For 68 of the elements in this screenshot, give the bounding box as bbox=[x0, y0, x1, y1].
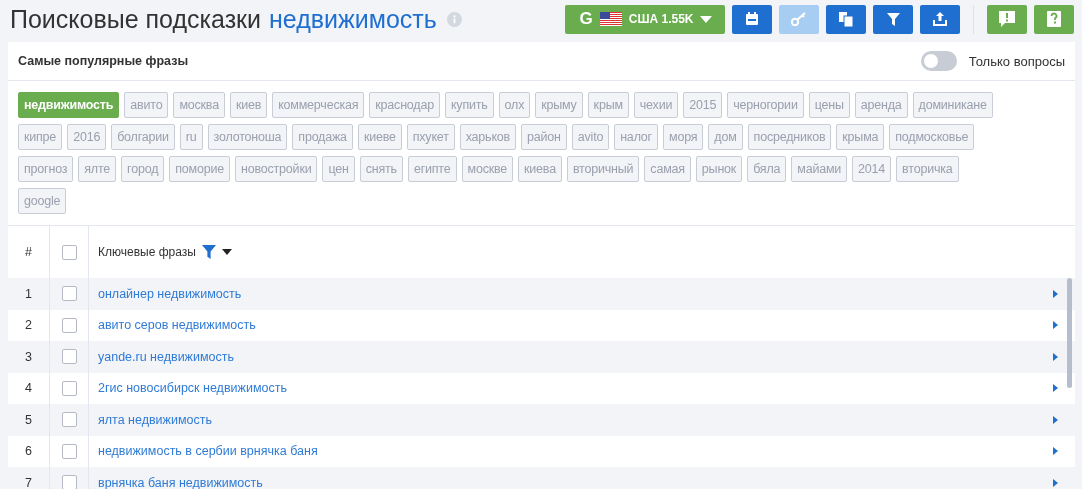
keyword-tag[interactable]: олх bbox=[498, 92, 531, 118]
keyword-tag[interactable]: район bbox=[521, 124, 567, 150]
phrase-link[interactable]: ялта недвижимость bbox=[98, 412, 212, 427]
keyword-tag[interactable]: москва bbox=[173, 92, 225, 118]
keyword-tag[interactable]: купить bbox=[444, 92, 494, 118]
keyword-tag[interactable]: чехии bbox=[633, 92, 679, 118]
keyword-tag[interactable]: google bbox=[18, 188, 67, 214]
toggle-label: Только вопросы bbox=[968, 53, 1065, 69]
keyword-tag[interactable]: бяла bbox=[747, 156, 787, 182]
keyword-tag[interactable]: моря bbox=[663, 124, 704, 150]
keyword-tag[interactable]: авито bbox=[124, 92, 169, 118]
keyword-tag[interactable]: вторичка bbox=[896, 156, 959, 182]
keyword-tag[interactable]: поморие bbox=[169, 156, 231, 182]
keyword-tag[interactable]: цен bbox=[322, 156, 355, 182]
keyword-tag[interactable]: доминикане bbox=[912, 92, 993, 118]
keyword-tag[interactable]: ru bbox=[179, 124, 203, 150]
phrase-link[interactable]: авито серов недвижимость bbox=[98, 318, 256, 333]
keyword-tag[interactable]: вторичный bbox=[566, 156, 640, 182]
keyword-tag[interactable]: город bbox=[121, 156, 165, 182]
keyword-tag[interactable]: цены bbox=[808, 92, 850, 118]
keyword-tag[interactable]: 2016 bbox=[67, 124, 107, 150]
keyword-tag[interactable]: киев bbox=[229, 92, 268, 118]
row-number: 7 bbox=[8, 467, 50, 489]
keyword-title: недвижимость bbox=[269, 4, 437, 34]
keyword-tag[interactable]: дом bbox=[708, 124, 743, 150]
keyword-tag[interactable]: москве bbox=[461, 156, 514, 182]
keyword-tag[interactable]: продажа bbox=[292, 124, 353, 150]
phrase-link[interactable]: недвижимость в сербии врнячка баня bbox=[98, 444, 318, 459]
keyword-tag[interactable]: болгарии bbox=[111, 124, 175, 150]
keyword-tag[interactable]: киева bbox=[518, 156, 562, 182]
page-title: Поисковые подсказки bbox=[10, 4, 261, 34]
keyword-tag[interactable]: краснодар bbox=[369, 92, 440, 118]
keyword-tag[interactable]: 2014 bbox=[852, 156, 892, 182]
keyword-tag[interactable]: золотоноша bbox=[207, 124, 288, 150]
keyword-tag[interactable]: черногории bbox=[727, 92, 804, 118]
keyword-tag[interactable]: недвижимость bbox=[18, 92, 120, 118]
keyword-tag[interactable]: прогноз bbox=[18, 156, 74, 182]
keyword-tag[interactable]: крыму bbox=[535, 92, 583, 118]
keyword-tag[interactable]: avito bbox=[571, 124, 610, 150]
keyword-tag[interactable]: ялте bbox=[78, 156, 117, 182]
keyword-tag[interactable]: киеве bbox=[357, 124, 402, 150]
phrase-link[interactable]: врнячка баня недвижимость bbox=[98, 475, 263, 489]
keyword-tag[interactable]: кипре bbox=[18, 124, 63, 150]
keyword-tag[interactable]: посредников bbox=[747, 124, 832, 150]
row-number: 5 bbox=[8, 404, 50, 436]
row-number: 1 bbox=[8, 278, 50, 310]
keyword-tag[interactable]: налог bbox=[614, 124, 658, 150]
keyword-tag[interactable]: подмосковье bbox=[889, 124, 975, 150]
keyword-tag[interactable]: самая bbox=[644, 156, 691, 182]
panel-title: Самые популярные фразы bbox=[18, 54, 189, 68]
keyword-tag[interactable]: аренда bbox=[854, 92, 908, 118]
column-header: Ключевые фразы bbox=[98, 245, 196, 259]
keyword-tag[interactable]: пхукет bbox=[406, 124, 455, 150]
keyword-tag[interactable]: майами bbox=[791, 156, 848, 182]
keyword-tag[interactable]: новостройки bbox=[235, 156, 318, 182]
keyword-tag[interactable]: коммерческая bbox=[272, 92, 365, 118]
keyword-tag[interactable]: 2015 bbox=[683, 92, 723, 118]
keyword-tag[interactable]: египте bbox=[407, 156, 457, 182]
keyword-tag[interactable]: рынок bbox=[695, 156, 743, 182]
phrase-link[interactable]: онлайнер недвижимость bbox=[98, 286, 242, 301]
country-button[interactable]: G США 1.55K bbox=[565, 4, 725, 34]
phrase-link[interactable]: 2гис новосибирск недвижимость bbox=[98, 381, 287, 396]
keyword-tag[interactable]: крыма bbox=[836, 124, 885, 150]
keyword-tag[interactable]: харьков bbox=[459, 124, 516, 150]
keyword-tag[interactable]: крым bbox=[587, 92, 629, 118]
keyword-tag[interactable]: снять bbox=[359, 156, 403, 182]
phrase-link[interactable]: yande.ru недвижимость bbox=[98, 349, 234, 364]
row-number: 3 bbox=[8, 341, 50, 373]
